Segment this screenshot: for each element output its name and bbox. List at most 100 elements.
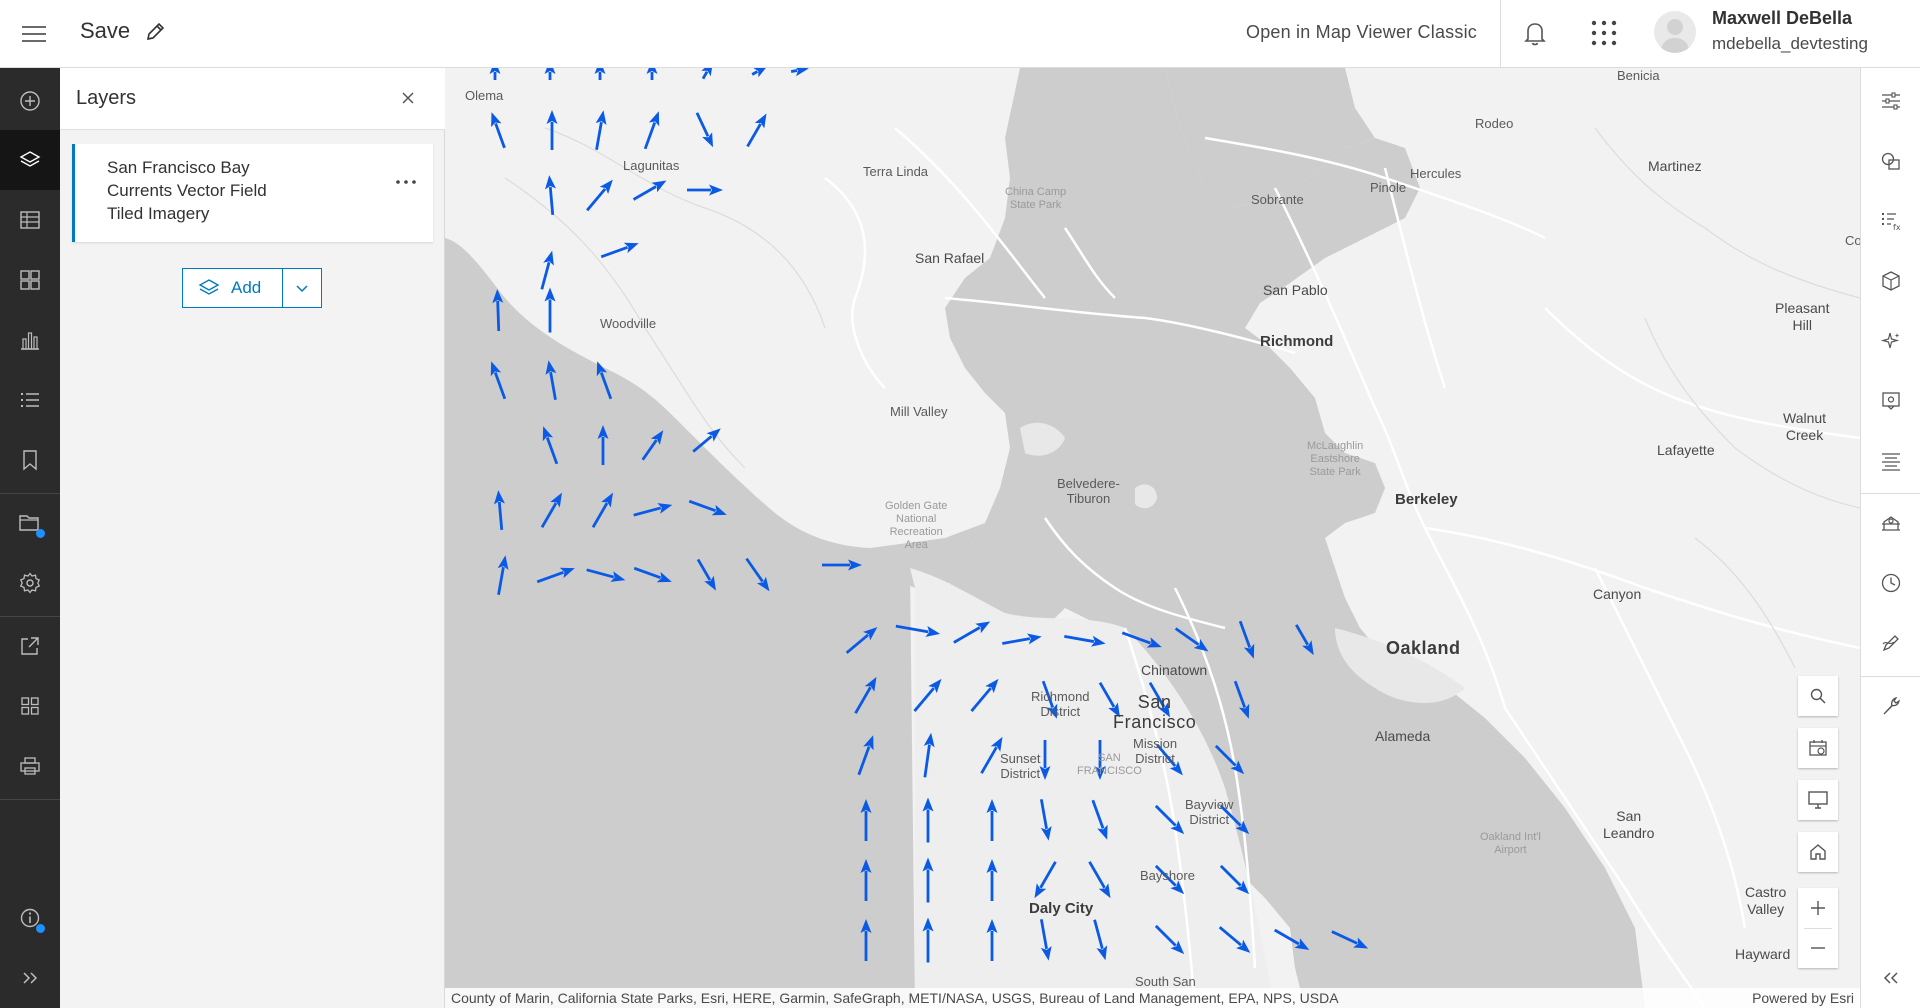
layer-options-button[interactable] (395, 178, 417, 186)
search-icon (1810, 688, 1826, 704)
current-vector-arrow (544, 68, 556, 80)
time-button[interactable] (1861, 553, 1920, 613)
close-panel-button[interactable] (400, 90, 416, 106)
place-label: San Rafael (915, 250, 985, 266)
place-label: Lagunitas (623, 158, 680, 173)
user-avatar[interactable] (1654, 11, 1696, 53)
current-vectors-layer (489, 68, 1369, 963)
developer-tools-button[interactable] (1861, 676, 1920, 736)
save-button[interactable]: Save (80, 18, 130, 44)
charts-button[interactable] (0, 310, 60, 370)
current-vector-arrow (595, 110, 607, 150)
current-vector-arrow (860, 799, 872, 841)
open-map-viewer-classic-link[interactable]: Open in Map Viewer Classic (1246, 22, 1477, 43)
ai-assist-button[interactable] (1861, 311, 1920, 371)
layers-icon (19, 151, 41, 167)
info-button[interactable] (0, 888, 60, 948)
charts-icon (21, 332, 39, 350)
right-toolbar: fx (1860, 68, 1920, 1008)
current-vector-arrow (970, 678, 999, 712)
current-vector-arrow (687, 184, 723, 196)
configure-popup-icon (1882, 392, 1900, 410)
add-layer-dropdown-button[interactable] (283, 269, 321, 307)
powered-by-esri[interactable]: Powered by Esri (1752, 990, 1854, 1006)
clock-icon (1881, 573, 1901, 593)
current-vector-arrow (986, 859, 998, 901)
add-layer-button[interactable]: Add (183, 269, 282, 307)
app-launcher-button[interactable] (1590, 19, 1618, 47)
fields-button[interactable] (1861, 493, 1920, 553)
place-label: Lafayette (1657, 442, 1715, 458)
current-vector-arrow (1091, 799, 1108, 840)
add-layer-label: Add (231, 278, 262, 297)
tables-button[interactable] (0, 190, 60, 250)
layers-button[interactable] (0, 130, 60, 190)
current-vector-arrow (1214, 744, 1245, 775)
current-vector-arrow (497, 555, 509, 595)
current-vector-arrow (922, 797, 934, 843)
filter-button[interactable]: fx (1861, 191, 1920, 251)
share-icon (21, 637, 39, 655)
current-vector-arrow (491, 112, 506, 149)
current-vector-arrow (632, 180, 667, 201)
current-vector-arrow (1273, 928, 1310, 950)
svg-text:fx: fx (1893, 223, 1901, 232)
find-location-button[interactable] (1798, 728, 1838, 768)
current-vector-arrow (594, 68, 606, 80)
current-vector-arrow (923, 732, 935, 778)
current-vector-arrow (751, 68, 768, 78)
add-layer-split-button: Add (182, 268, 322, 308)
app-header: Save Open in Map Viewer Classic Maxwell … (0, 0, 1920, 68)
basemap-button[interactable] (0, 250, 60, 310)
configure-popup-button[interactable] (1861, 371, 1920, 431)
current-vector-arrow (1034, 861, 1057, 899)
edit-title-button[interactable] (144, 21, 166, 43)
add-button[interactable] (0, 71, 60, 131)
print-button[interactable] (0, 736, 60, 796)
place-label: Bayview District (1185, 797, 1234, 827)
collapse-toolbar-button[interactable] (1861, 948, 1920, 1008)
hamburger-icon (22, 26, 46, 42)
layer-item[interactable]: San Francisco Bay Currents Vector Field … (72, 144, 433, 242)
map-view[interactable]: Olema Lagunitas Terra Linda China Camp St… (445, 68, 1860, 1008)
current-vector-arrow (544, 175, 556, 216)
map-properties-button[interactable] (0, 493, 60, 553)
bookmarks-button[interactable] (0, 430, 60, 490)
zoom-in-button[interactable] (1798, 888, 1838, 928)
current-vector-arrow (1154, 804, 1185, 835)
user-id[interactable]: mdebella_devtesting (1712, 34, 1868, 54)
expand-toolbar-button[interactable] (0, 948, 60, 1008)
current-vector-arrow (696, 558, 716, 591)
properties-button[interactable] (1861, 71, 1920, 131)
current-vector-arrow (1218, 926, 1251, 953)
create-app-button[interactable] (0, 676, 60, 736)
notifications-button[interactable] (1520, 18, 1550, 48)
menu-button[interactable] (0, 0, 68, 68)
place-label: Oakland (1386, 638, 1461, 658)
search-map-button[interactable] (1798, 676, 1838, 716)
styles-button[interactable] (1861, 131, 1920, 191)
place-label: San Leandro (1603, 808, 1655, 841)
legend-button[interactable] (0, 370, 60, 430)
layers-panel: Layers San Francisco Bay Currents Vector… (60, 68, 445, 1008)
place-label: Olema (465, 88, 504, 103)
park-label: Oakland Int'l Airport (1480, 831, 1541, 856)
sketch-icon (1882, 635, 1899, 652)
user-name[interactable]: Maxwell DeBella (1712, 8, 1852, 29)
sketch-button[interactable] (1861, 613, 1920, 673)
place-label: Walnut Creek (1783, 410, 1827, 443)
current-vector-arrow (860, 919, 872, 961)
effects-button[interactable] (1861, 251, 1920, 311)
current-vector-arrow (489, 68, 501, 80)
zoom-out-button[interactable] (1798, 928, 1838, 968)
current-vector-arrow (633, 503, 673, 517)
settings-button[interactable] (0, 553, 60, 613)
current-vector-arrow (1121, 631, 1162, 648)
labels-button[interactable] (1861, 431, 1920, 491)
current-vector-arrow (493, 490, 505, 531)
share-button[interactable] (0, 616, 60, 676)
current-vector-arrow (745, 557, 770, 592)
fullscreen-button[interactable] (1798, 780, 1838, 820)
current-vector-arrow (790, 68, 809, 77)
default-extent-button[interactable] (1798, 832, 1838, 872)
